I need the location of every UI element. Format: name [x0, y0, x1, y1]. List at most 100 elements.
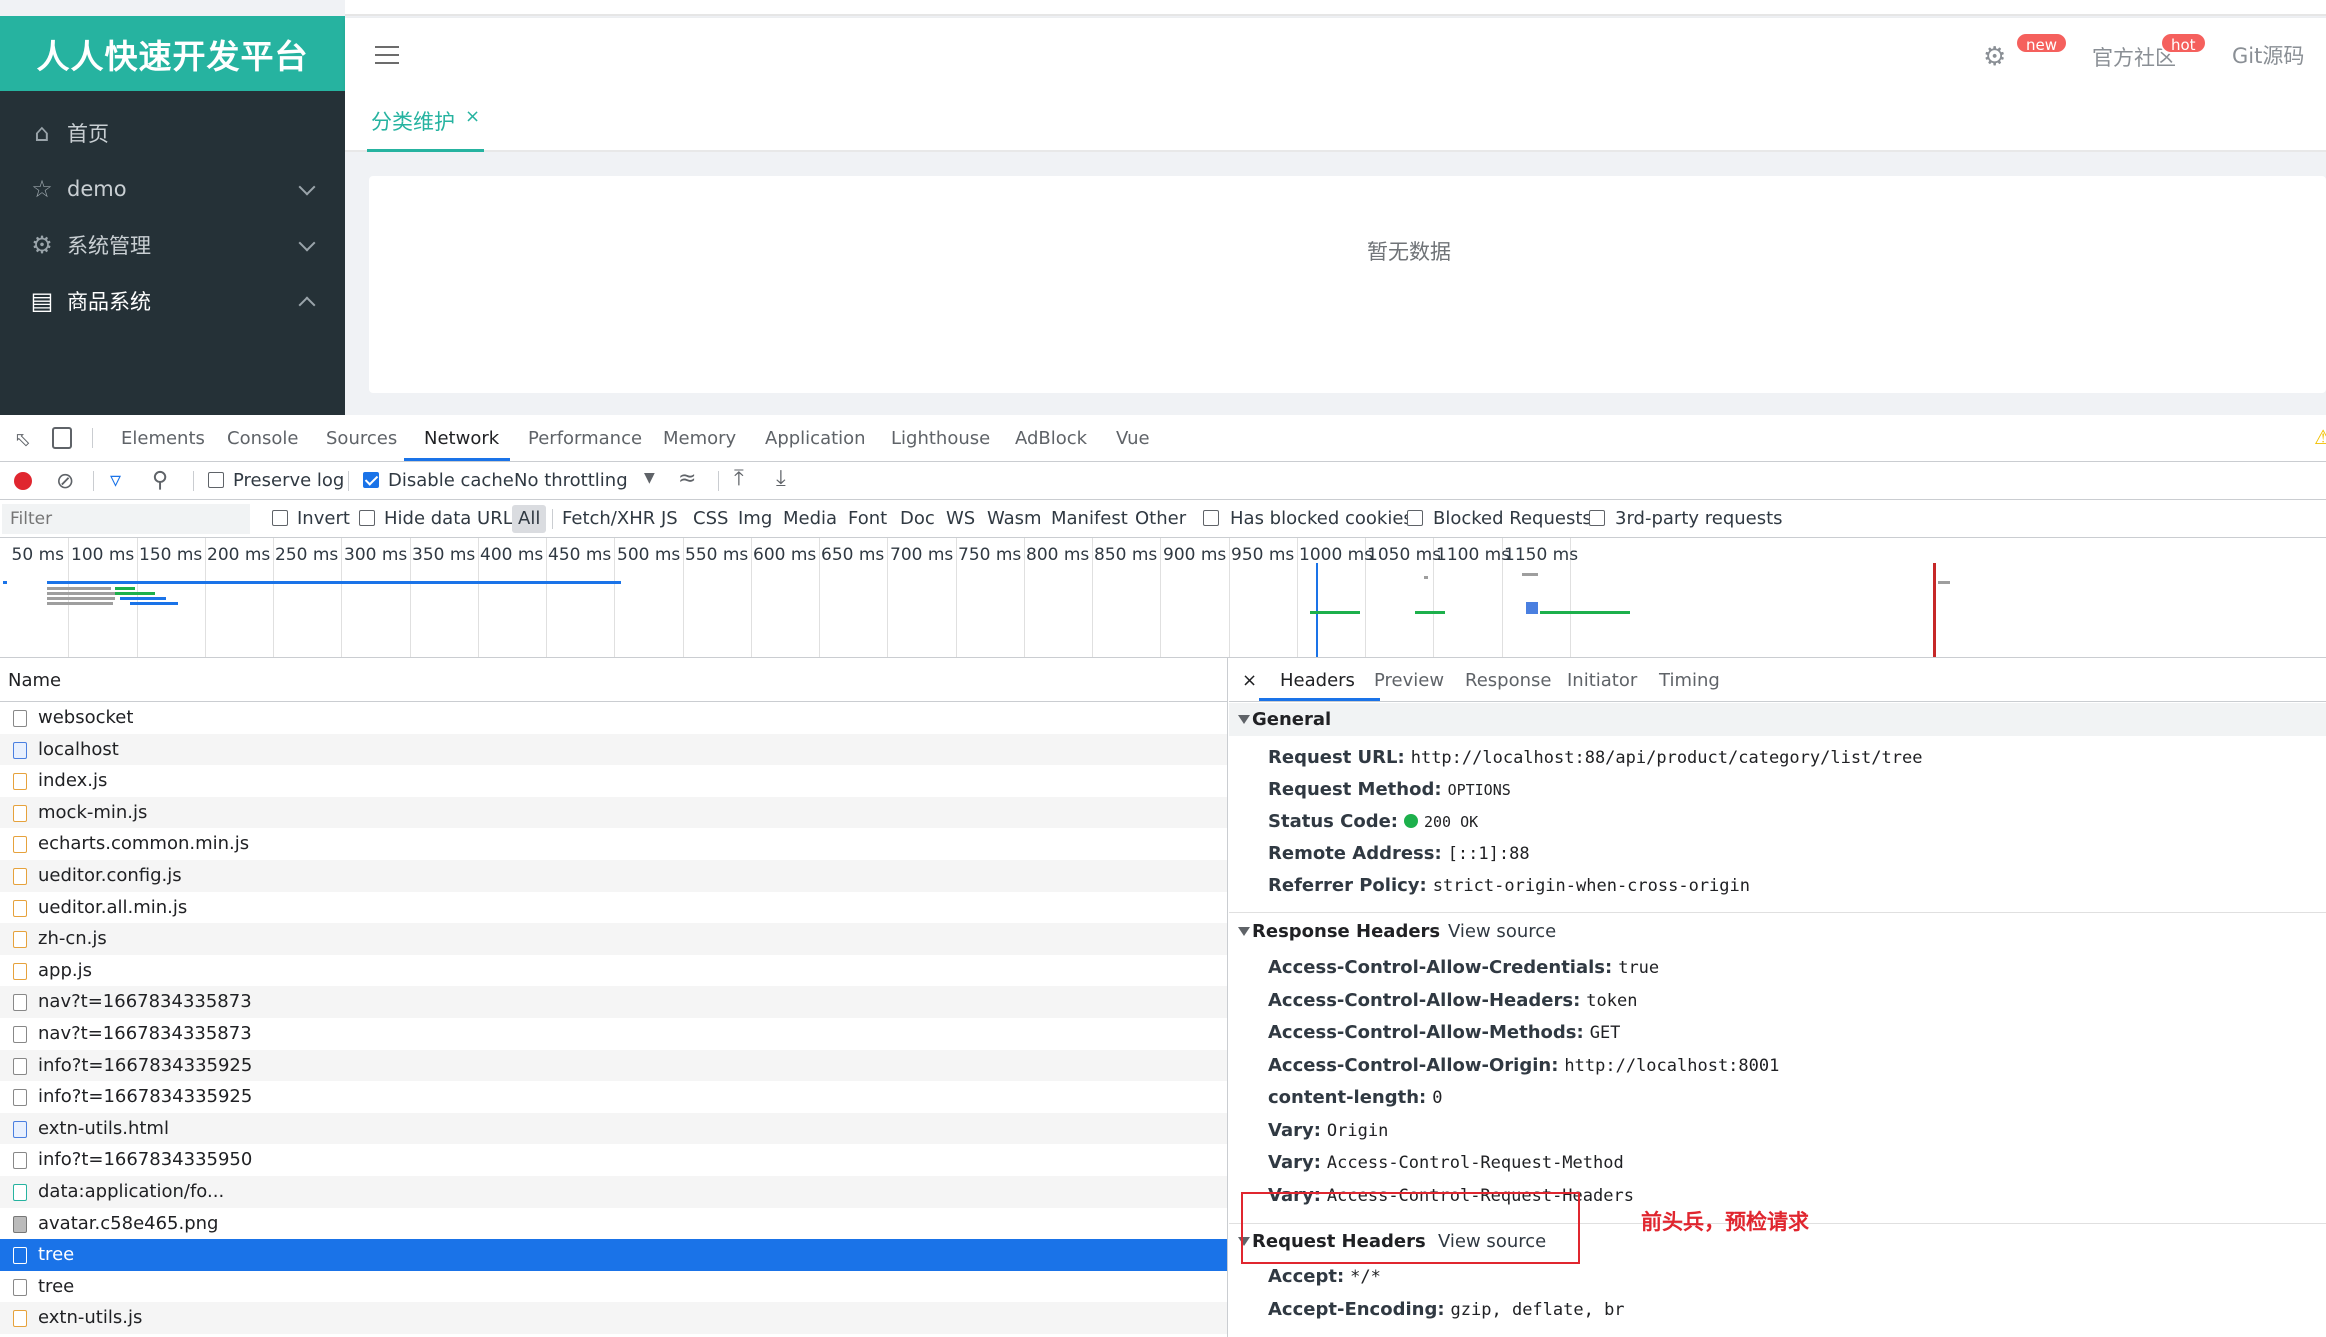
tab-performance[interactable]: Performance	[528, 428, 642, 449]
view-source-link[interactable]: View source	[1448, 921, 1556, 942]
close-icon[interactable]: ×	[465, 106, 480, 127]
name-column-header[interactable]: Name	[0, 658, 1227, 702]
tab-adblock[interactable]: AdBlock	[1015, 428, 1087, 449]
request-row[interactable]: tree	[0, 1239, 1227, 1271]
request-name: ueditor.config.js	[38, 865, 182, 886]
tab-preview[interactable]: Preview	[1374, 670, 1444, 691]
hide-data-urls-checkbox[interactable]	[359, 510, 375, 526]
request-row[interactable]: info?t=1667834335925	[0, 1081, 1227, 1113]
network-overview-timeline[interactable]: 50 ms 100 ms 150 ms 200 ms 250 ms 300 ms 350 m…	[0, 538, 2326, 658]
sidebar-item-product[interactable]: ▤ 商品系统	[0, 259, 345, 343]
request-row[interactable]: websocket	[0, 702, 1227, 734]
filter-input[interactable]	[2, 504, 250, 534]
timeline-tick-label: 250 ms	[275, 545, 339, 565]
tab-lighthouse[interactable]: Lighthouse	[891, 428, 990, 449]
type-filter-other[interactable]: Other	[1135, 508, 1186, 529]
file-other-icon	[13, 1089, 27, 1107]
divider	[348, 471, 349, 491]
type-filter-img[interactable]: Img	[738, 508, 772, 529]
detail-tabbar: × Headers Preview Response Initiator Tim…	[1229, 658, 2326, 702]
preserve-log-checkbox[interactable]	[208, 472, 224, 488]
request-name: data:application/fo...	[38, 1181, 225, 1202]
request-row[interactable]: nav?t=1667834335873	[0, 986, 1227, 1018]
request-row[interactable]: app.js	[0, 955, 1227, 987]
request-row[interactable]: index.js	[0, 765, 1227, 797]
type-filter-all[interactable]: All	[512, 505, 547, 533]
close-details-icon[interactable]: ×	[1242, 670, 1257, 691]
tab-category[interactable]: 分类维护 ×	[367, 106, 485, 152]
timeline-tick-label: 750 ms	[958, 545, 1022, 565]
request-row[interactable]: info?t=1667834335950	[0, 1144, 1227, 1176]
file-js-icon	[13, 931, 27, 949]
timeline-gridline	[887, 538, 888, 657]
git-source-link[interactable]: Git源码	[2232, 40, 2304, 70]
throttling-select[interactable]: No throttling	[514, 470, 628, 491]
type-filter-css[interactable]: CSS	[693, 508, 728, 529]
type-filter-doc[interactable]: Doc	[900, 508, 935, 529]
header-key: Accept-Encoding:	[1268, 1298, 1445, 1320]
settings-gear-icon[interactable]: ⚙	[1983, 44, 2009, 70]
request-row[interactable]: tree	[0, 1271, 1227, 1303]
menu-toggle-icon[interactable]	[375, 46, 399, 66]
clear-icon[interactable]: ⊘	[56, 469, 74, 494]
type-filter-ws[interactable]: WS	[946, 508, 975, 529]
tab-timing[interactable]: Timing	[1659, 670, 1720, 691]
device-toolbar-icon[interactable]	[52, 427, 72, 449]
filter-icon[interactable]: ▿	[110, 468, 121, 493]
import-har-icon[interactable]: ⤒	[734, 466, 744, 491]
timeline-bar	[47, 581, 621, 584]
section-title: Response Headers	[1252, 921, 1441, 942]
request-row[interactable]: ueditor.all.min.js	[0, 892, 1227, 924]
warning-icon[interactable]: ⚠	[2314, 425, 2326, 449]
request-row[interactable]: data:application/fo...	[0, 1176, 1227, 1208]
general-section-header[interactable]: General	[1229, 703, 2326, 736]
file-other-icon	[13, 1247, 27, 1265]
header-row: Request Method: OPTIONS	[1268, 779, 1511, 800]
request-row[interactable]: avatar.c58e465.png	[0, 1208, 1227, 1240]
export-har-icon[interactable]: ⤓	[776, 466, 786, 491]
file-img-icon	[13, 1215, 27, 1233]
third-party-checkbox[interactable]	[1589, 510, 1605, 526]
type-filter-wasm[interactable]: Wasm	[987, 508, 1042, 529]
tab-console[interactable]: Console	[227, 428, 298, 449]
tab-memory[interactable]: Memory	[663, 428, 736, 449]
type-filter-fetch-xhr[interactable]: Fetch/XHR	[562, 508, 655, 529]
network-conditions-icon[interactable]: ≈	[678, 466, 696, 491]
invert-checkbox[interactable]	[272, 510, 288, 526]
response-headers-section-header[interactable]: Response Headers View source	[1229, 915, 2326, 948]
disable-cache-checkbox[interactable]	[363, 472, 379, 488]
tab-response[interactable]: Response	[1465, 670, 1551, 691]
tab-vue[interactable]: Vue	[1116, 428, 1150, 449]
request-row[interactable]: mock-min.js	[0, 796, 1227, 829]
request-row[interactable]: echarts.common.min.js	[0, 828, 1227, 860]
type-filter-media[interactable]: Media	[783, 508, 837, 529]
file-other-icon	[13, 710, 27, 727]
tab-application[interactable]: Application	[765, 428, 866, 449]
inspect-element-icon[interactable]: ⬁	[14, 427, 31, 451]
list-icon: ▤	[30, 287, 54, 315]
request-row[interactable]: ueditor.config.js	[0, 860, 1227, 892]
request-row[interactable]: info?t=1667834335925	[0, 1049, 1227, 1082]
type-filter-font[interactable]: Font	[848, 508, 887, 529]
devtools-tabbar: ⬁ Elements Console Sources Network Perfo…	[0, 415, 2326, 462]
tab-elements[interactable]: Elements	[121, 428, 205, 449]
file-js-icon	[13, 1310, 27, 1328]
has-blocked-cookies-checkbox[interactable]	[1203, 510, 1219, 526]
tab-sources[interactable]: Sources	[326, 428, 397, 449]
search-icon[interactable]: ⚲	[152, 468, 168, 493]
type-filter-js[interactable]: JS	[661, 508, 678, 529]
timeline-tick-label: 1150 ms	[1504, 545, 1579, 565]
blocked-requests-checkbox[interactable]	[1407, 510, 1423, 526]
tab-initiator[interactable]: Initiator	[1567, 670, 1637, 691]
request-row[interactable]: nav?t=1667834335873	[0, 1018, 1227, 1050]
request-row[interactable]: zh-cn.js	[0, 923, 1227, 955]
header-key: Access-Control-Allow-Credentials:	[1268, 957, 1613, 978]
dropdown-arrow-icon[interactable]: ▼	[644, 470, 655, 486]
type-filter-manifest[interactable]: Manifest	[1051, 508, 1128, 529]
request-row[interactable]: localhost	[0, 733, 1227, 766]
tab-headers[interactable]: Headers	[1280, 670, 1355, 691]
request-row[interactable]: extn-utils.html	[0, 1112, 1227, 1145]
record-icon[interactable]	[14, 472, 32, 490]
tab-network[interactable]: Network	[424, 428, 499, 449]
request-row[interactable]: extn-utils.js	[0, 1302, 1227, 1334]
